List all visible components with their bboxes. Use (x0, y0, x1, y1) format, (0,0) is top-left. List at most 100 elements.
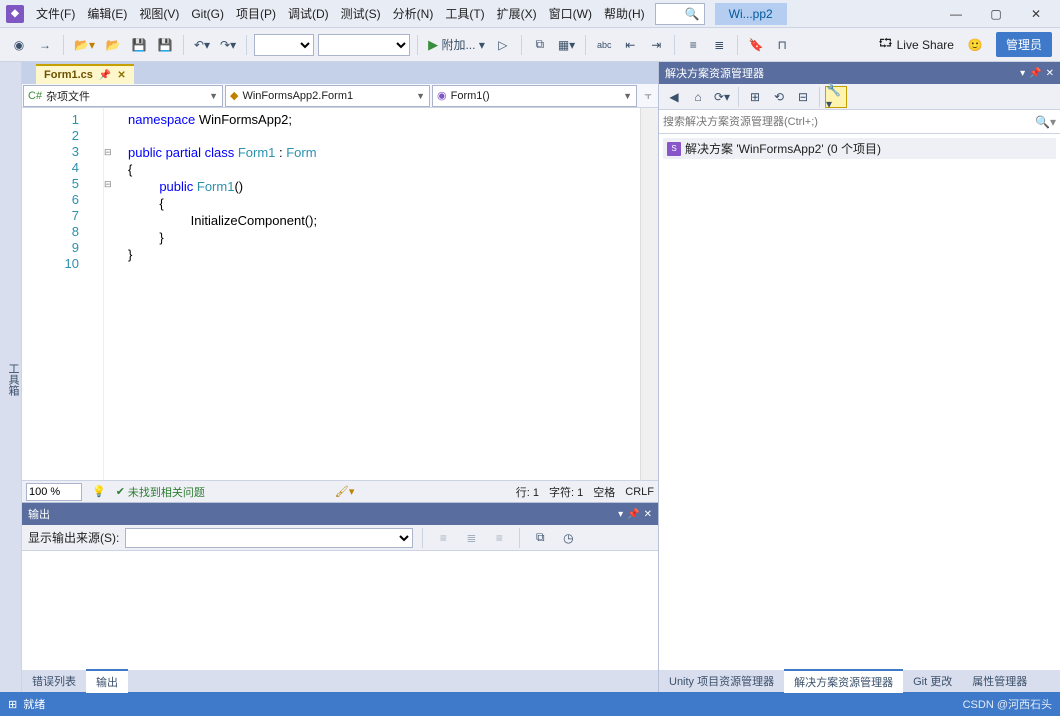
nav-member-combo[interactable]: ◉ Form1() ▼ (432, 85, 637, 107)
start-debug-button[interactable]: ▶ 附加... ▾ (425, 33, 488, 57)
app-title: Wi...pp2 (715, 3, 787, 25)
panel-dropdown-icon[interactable]: ▾ (618, 509, 623, 520)
solex-close-icon[interactable]: ✕ (1046, 68, 1054, 79)
no-issues-status[interactable]: ✔ 未找到相关问题 (116, 484, 205, 500)
comment-icon[interactable]: ≡ (682, 33, 704, 57)
new-project-icon[interactable]: 📂▾ (71, 33, 98, 57)
light-bulb-icon[interactable]: 💡 (92, 485, 106, 498)
menu-debug[interactable]: 调试(D) (282, 1, 335, 26)
zoom-combo[interactable] (26, 483, 82, 501)
left-tool-strip[interactable]: 工具箱 (0, 62, 22, 692)
output-panel-title[interactable]: 输出 ▾ 📌 ✕ (22, 503, 658, 525)
open-icon[interactable]: 📂 (102, 33, 124, 57)
editor-scrollbar[interactable] (640, 108, 658, 480)
menu-window[interactable]: 窗口(W) (543, 1, 598, 26)
menu-view[interactable]: 视图(V) (133, 1, 185, 26)
fold-column[interactable]: ⊟ ⊟ (104, 112, 118, 192)
indent-left-icon[interactable]: ⇤ (619, 33, 641, 57)
close-button[interactable]: ✕ (1016, 0, 1056, 28)
menu-tools[interactable]: 工具(T) (439, 1, 490, 26)
solex-home-icon[interactable]: ⌂ (687, 86, 709, 108)
menu-test[interactable]: 测试(S) (335, 1, 387, 26)
solex-toolbar: ◀ ⌂ ⟳▾ ⊞ ⟲ ⊟ 🔧▾ (659, 84, 1060, 110)
code-content[interactable]: namespace WinFormsApp2; public partial c… (104, 108, 640, 480)
platform-combo[interactable] (318, 34, 410, 56)
solex-search-box[interactable]: 🔍▾ (659, 110, 1060, 134)
feedback-icon[interactable]: 🙂 (964, 33, 986, 57)
solution-node[interactable]: S 解决方案 'WinFormsApp2' (0 个项目) (663, 138, 1056, 159)
output-toggle2-icon[interactable]: ≡ (488, 526, 510, 550)
maximize-button[interactable]: ▢ (976, 0, 1016, 28)
search-icon[interactable]: 🔍▾ (1035, 115, 1056, 129)
output-clock-icon[interactable]: ◷ (557, 526, 579, 550)
titlebar-search[interactable]: 🔍 (655, 3, 705, 25)
tab-props[interactable]: 属性管理器 (962, 670, 1037, 692)
panel-pin-icon[interactable]: 📌 (627, 509, 639, 520)
output-panel: 输出 ▾ 📌 ✕ 显示输出来源(S): ≡ ≣ ≡ ⧉ ◷ 错误列 (22, 502, 658, 692)
solex-title-bar[interactable]: 解决方案资源管理器 ▾ 📌 ✕ (659, 62, 1060, 84)
solex-pin-icon[interactable]: 📌 (1029, 68, 1041, 79)
menu-file[interactable]: 文件(F) (30, 1, 81, 26)
attach-label: 附加... (441, 36, 475, 53)
output-wrap-icon[interactable]: ⧉ (529, 526, 551, 550)
menu-git[interactable]: Git(G) (185, 3, 230, 25)
debug-step-icon[interactable]: ▷ (492, 33, 514, 57)
tab-form1cs[interactable]: Form1.cs 📌 ✕ (36, 64, 134, 84)
redo-icon[interactable]: ↷▾ (217, 33, 239, 57)
indent-right-icon[interactable]: ⇥ (645, 33, 667, 57)
config-combo[interactable] (254, 34, 314, 56)
menu-extensions[interactable]: 扩展(X) (491, 1, 543, 26)
solex-search-input[interactable] (663, 116, 1035, 128)
nav-back-icon[interactable]: ◉ (8, 33, 30, 57)
right-tab-bar: Unity 项目资源管理器 解决方案资源管理器 Git 更改 属性管理器 (659, 670, 1060, 692)
bookmark-nav-icon[interactable]: ⊓ (771, 33, 793, 57)
tab-output[interactable]: 输出 (86, 669, 128, 693)
solex-back-icon[interactable]: ◀ (663, 86, 685, 108)
solex-refresh-icon[interactable]: ⟲ (768, 86, 790, 108)
undo-icon[interactable]: ↶▾ (191, 33, 213, 57)
vs-logo-icon: ◆ (6, 5, 24, 23)
tab-solex[interactable]: 解决方案资源管理器 (784, 669, 903, 693)
bookmark-icon[interactable]: 🔖 (745, 33, 767, 57)
pin-icon[interactable]: 📌 (99, 70, 111, 81)
split-icon[interactable]: ⫟ (638, 88, 658, 103)
menu-help[interactable]: 帮助(H) (598, 1, 651, 26)
tab-error-list[interactable]: 错误列表 (22, 670, 86, 692)
toolbox-icon-2[interactable]: ▦▾ (555, 33, 578, 57)
output-body[interactable] (22, 551, 658, 670)
panel-close-icon[interactable]: ✕ (644, 509, 652, 520)
menu-project[interactable]: 项目(P) (230, 1, 282, 26)
solex-collapse-icon[interactable]: ⊟ (792, 86, 814, 108)
tab-label: Form1.cs (44, 69, 93, 81)
output-clear-icon[interactable]: ≡ (432, 526, 454, 550)
nav-class-combo[interactable]: ◆ WinFormsApp2.Form1 ▼ (225, 85, 430, 107)
tab-gitchanges[interactable]: Git 更改 (903, 670, 962, 692)
menu-analyze[interactable]: 分析(N) (387, 1, 440, 26)
solex-tree[interactable]: S 解决方案 'WinFormsApp2' (0 个项目) (659, 134, 1060, 670)
brush-icon[interactable]: 🖌▾ (335, 485, 355, 498)
watermark-text: CSDN @河西石头 (963, 696, 1052, 712)
liveshare-button[interactable]: ⮔ Live Share (872, 34, 960, 55)
solution-icon: S (667, 142, 681, 156)
nav-fwd-icon[interactable]: → (34, 33, 56, 57)
admin-button[interactable]: 管理员 (996, 32, 1052, 57)
minimize-button[interactable]: — (936, 0, 976, 28)
uncomment-icon[interactable]: ≣ (708, 33, 730, 57)
code-editor[interactable]: 123 456 789 10 ⊟ ⊟ namespace WinFormsApp… (22, 108, 658, 480)
solex-showall-icon[interactable]: ⊞ (744, 86, 766, 108)
solex-sync-icon[interactable]: ⟳▾ (711, 86, 733, 108)
save-icon[interactable]: 💾 (128, 33, 150, 57)
output-toggle1-icon[interactable]: ≣ (460, 526, 482, 550)
solex-dropdown-icon[interactable]: ▾ (1020, 68, 1025, 79)
save-all-icon[interactable]: 💾 (154, 33, 176, 57)
menu-edit[interactable]: 编辑(E) (81, 1, 133, 26)
status-line: 行: 1 (516, 484, 539, 500)
abc-icon[interactable]: abc (593, 33, 615, 57)
toolbox-icon-1[interactable]: ⧉ (529, 33, 551, 57)
output-source-combo[interactable] (125, 528, 413, 548)
output-src-label: 显示输出来源(S): (28, 529, 119, 546)
solex-properties-icon[interactable]: 🔧▾ (825, 86, 847, 108)
nav-misc-combo[interactable]: C# 杂项文件 ▼ (23, 85, 223, 107)
close-tab-icon[interactable]: ✕ (117, 70, 125, 81)
tab-unity[interactable]: Unity 项目资源管理器 (659, 670, 784, 692)
